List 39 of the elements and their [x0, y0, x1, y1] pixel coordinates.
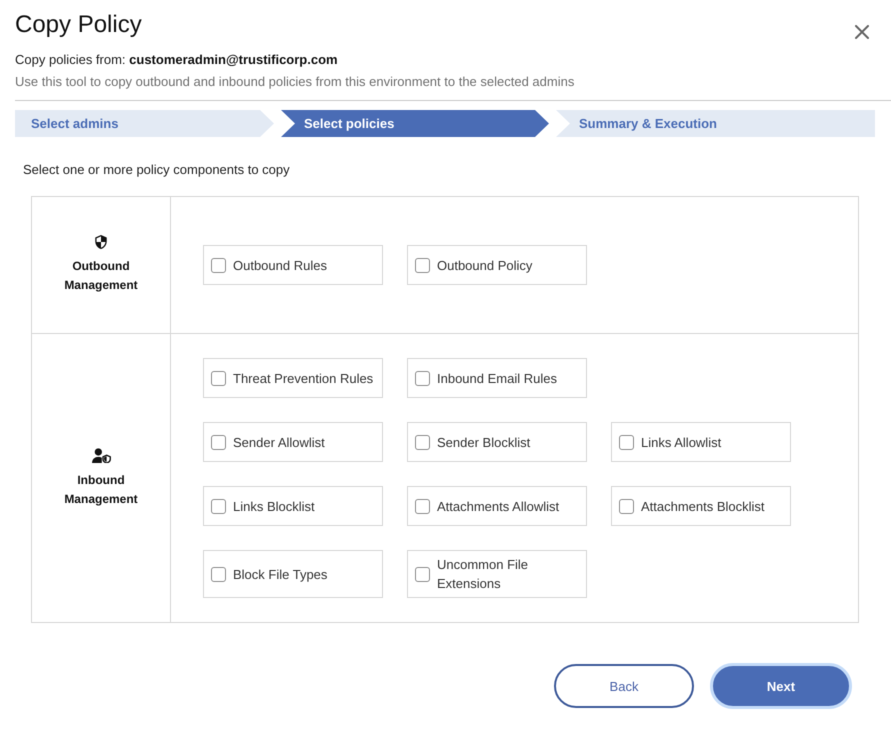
policy-option[interactable]: Threat Prevention Rules: [203, 358, 383, 398]
checkbox[interactable]: [415, 566, 430, 582]
source-account-text: Copy policies from: customeradmin@trustificorp.com: [15, 51, 339, 69]
instruction-text: Select one or more policy components to copy: [23, 161, 291, 179]
dialog-title: Copy Policy: [15, 10, 142, 40]
description-text: Use this tool to copy outbound and inbound policies from this environment to the selected admins: [15, 73, 576, 91]
wizard-step[interactable]: Summary & Execution: [556, 110, 875, 137]
checkbox[interactable]: [211, 434, 226, 450]
policy-option[interactable]: Outbound Policy: [407, 245, 587, 285]
policy-option[interactable]: Block File Types: [203, 550, 383, 598]
checkbox[interactable]: [619, 498, 634, 514]
wizard-step[interactable]: Select policies: [281, 110, 549, 137]
policy-option[interactable]: Sender Blocklist: [407, 422, 587, 462]
checkbox[interactable]: [211, 566, 226, 582]
next-button[interactable]: Next: [710, 663, 852, 709]
checkbox[interactable]: [415, 498, 430, 514]
policy-option[interactable]: Sender Allowlist: [203, 422, 383, 462]
section-label: Inbound Management: [63, 472, 139, 508]
checkbox[interactable]: [619, 434, 634, 450]
policy-option[interactable]: Outbound Rules: [203, 245, 383, 285]
policy-option[interactable]: Attachments Blocklist: [611, 486, 791, 526]
checkbox[interactable]: [415, 434, 430, 450]
checkbox[interactable]: [415, 370, 430, 386]
policy-option[interactable]: Uncommon File Extensions: [407, 550, 587, 598]
wizard-step[interactable]: Select admins: [15, 110, 274, 137]
policy-option[interactable]: Links Allowlist: [611, 422, 791, 462]
close-button[interactable]: [855, 25, 869, 39]
checkbox[interactable]: [211, 258, 226, 272]
checkbox[interactable]: [211, 370, 226, 386]
back-button[interactable]: Back: [554, 664, 694, 708]
policy-option[interactable]: Inbound Email Rules: [407, 358, 587, 398]
checkbox[interactable]: [415, 258, 430, 272]
checkbox[interactable]: [211, 498, 226, 514]
close-icon: [855, 25, 869, 39]
user-shield-icon: [92, 448, 110, 462]
section-label: Outbound Management: [63, 258, 139, 294]
shield-icon: [95, 235, 107, 249]
policy-option[interactable]: Attachments Allowlist: [407, 486, 587, 526]
policy-option[interactable]: Links Blocklist: [203, 486, 383, 526]
